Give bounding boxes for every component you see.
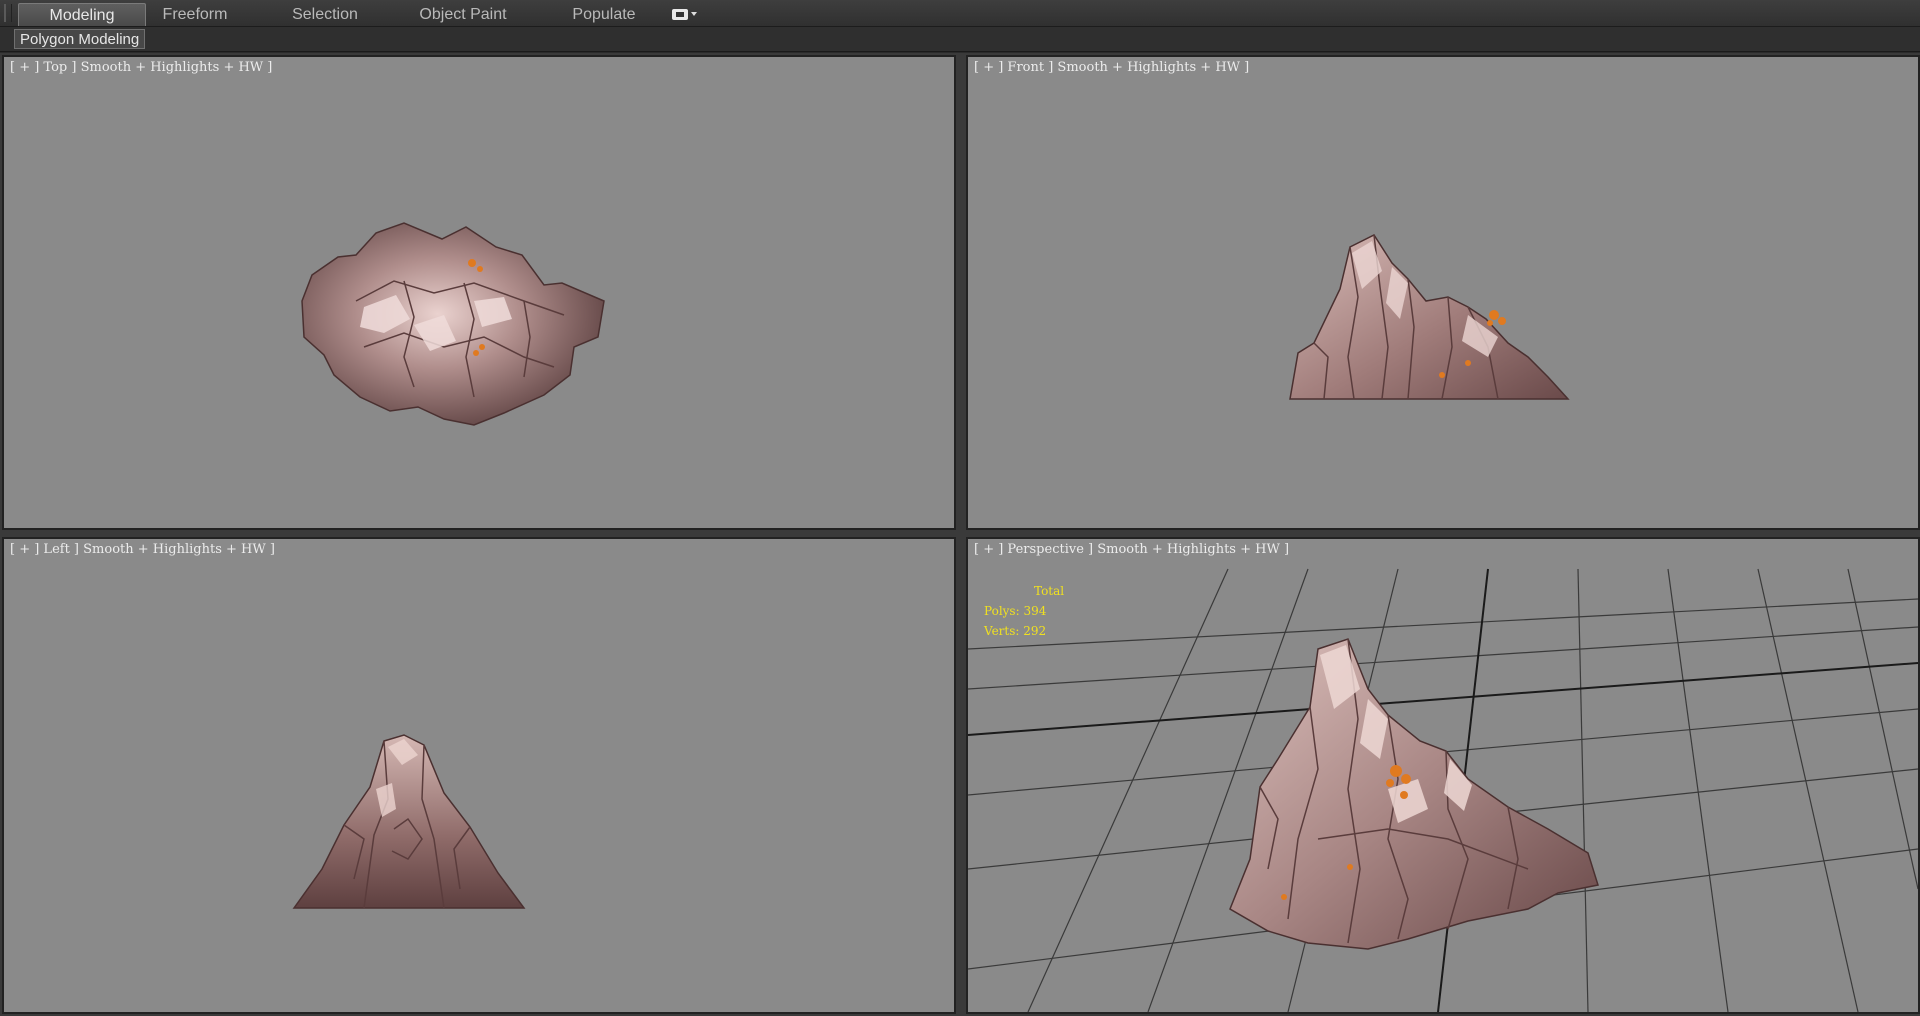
- ribbon-tab-bar: Modeling Freeform Selection Object Paint…: [0, 0, 1920, 27]
- viewport-top[interactable]: [ + ] Top ] Smooth + Highlights + HW ]: [2, 55, 956, 530]
- tab-object-paint[interactable]: Object Paint: [408, 3, 518, 26]
- viewport-layout: [ + ] Top ] Smooth + Highlights + HW ] […: [0, 53, 1920, 1016]
- tab-modeling[interactable]: Modeling: [18, 3, 146, 26]
- statistics-overlay: Total Polys: 394 Verts: 292: [984, 581, 1064, 641]
- ribbon-options-button[interactable]: [672, 6, 706, 22]
- viewport-front-label[interactable]: [ + ] Front ] Smooth + Highlights + HW ]: [974, 60, 1249, 75]
- rock-top-silhouette: [301, 222, 605, 426]
- chevron-down-icon: [691, 12, 697, 16]
- viewport-left[interactable]: [ + ] Left ] Smooth + Highlights + HW ]: [2, 537, 956, 1014]
- tab-selection[interactable]: Selection: [280, 3, 370, 26]
- stats-polys: Polys: 394: [984, 604, 1047, 618]
- ribbon-options-icon: [672, 8, 688, 20]
- viewport-perspective-label[interactable]: [ + ] Perspective ] Smooth + Highlights …: [974, 542, 1289, 557]
- polygon-modeling-panel-button[interactable]: Polygon Modeling: [14, 29, 146, 49]
- tab-freeform[interactable]: Freeform: [150, 3, 240, 26]
- rock-front-silhouette: [1289, 234, 1570, 400]
- ribbon-grip-handle[interactable]: [4, 4, 12, 22]
- rock-front-view: [1289, 234, 1570, 400]
- perspective-scene: [968, 568, 1918, 1012]
- viewport-front[interactable]: [ + ] Front ] Smooth + Highlights + HW ]: [966, 55, 1920, 530]
- rock-left-view: [292, 734, 526, 909]
- rock-top-view: [301, 222, 605, 426]
- stats-verts: Verts: 292: [984, 624, 1047, 638]
- ribbon-panel-bar: Polygon Modeling: [0, 27, 1920, 52]
- viewport-top-label[interactable]: [ + ] Top ] Smooth + Highlights + HW ]: [10, 60, 272, 75]
- tab-populate[interactable]: Populate: [560, 3, 648, 26]
- viewport-perspective[interactable]: [ + ] Perspective ] Smooth + Highlights …: [966, 537, 1920, 1014]
- stats-title: Total: [1034, 584, 1065, 598]
- viewport-left-label[interactable]: [ + ] Left ] Smooth + Highlights + HW ]: [10, 542, 275, 557]
